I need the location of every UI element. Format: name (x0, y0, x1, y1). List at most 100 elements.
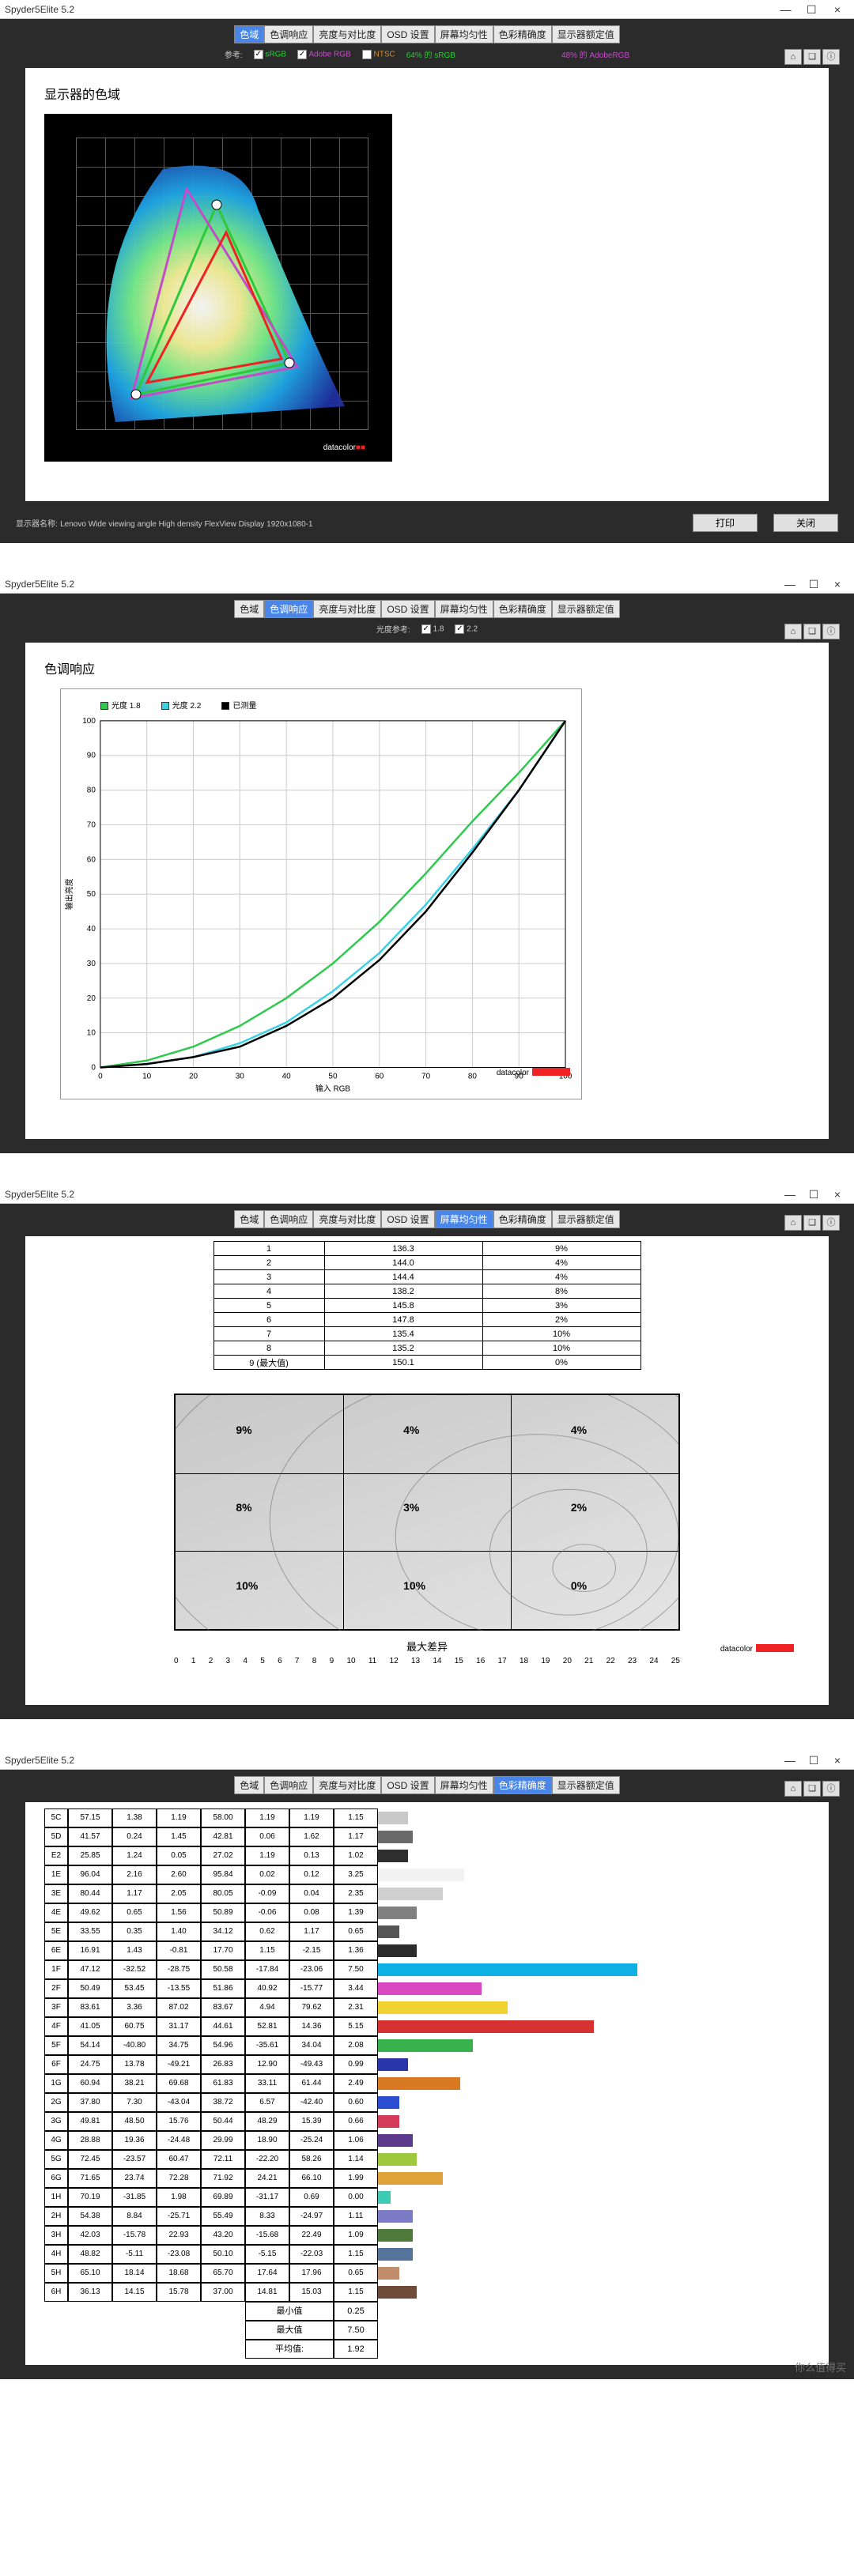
table-cell: 138.2 (324, 1284, 482, 1299)
tab-色彩精确度[interactable]: 色彩精确度 (493, 25, 552, 43)
tab-亮度与对比度[interactable]: 亮度与对比度 (313, 25, 381, 43)
tab-屏幕均匀性[interactable]: 屏幕均匀性 (435, 1210, 493, 1228)
table-cell: 136.3 (324, 1242, 482, 1256)
delta-bar (378, 2131, 810, 2150)
value-cell: 29.99 (201, 2131, 245, 2150)
g18-label: 1.8 (433, 624, 444, 633)
datacolor-logo: datacolor (497, 1065, 570, 1078)
book-icon[interactable]: ❏ (803, 1215, 821, 1231)
accuracy-row: 3F83.613.3687.0283.674.9479.622.31 (44, 1998, 810, 2017)
datacolor-logo: datacolor■■ (323, 440, 365, 452)
color-code: 2F (44, 1979, 68, 1998)
adobe-label: Adobe RGB (308, 50, 350, 58)
svg-text:40: 40 (282, 1072, 292, 1081)
maximize-button[interactable]: ☐ (802, 1187, 826, 1201)
tab-色域[interactable]: 色域 (234, 1776, 264, 1794)
home-icon[interactable]: ⌂ (784, 624, 802, 639)
svg-text:80: 80 (87, 786, 96, 795)
tab-屏幕均匀性[interactable]: 屏幕均匀性 (435, 25, 493, 43)
tab-亮度与对比度[interactable]: 亮度与对比度 (313, 1210, 381, 1228)
value-cell: -22.20 (245, 2150, 289, 2169)
home-icon[interactable]: ⌂ (784, 1215, 802, 1231)
home-icon[interactable]: ⌂ (784, 49, 802, 65)
home-icon[interactable]: ⌂ (784, 1781, 802, 1797)
tab-亮度与对比度[interactable]: 亮度与对比度 (313, 1776, 381, 1794)
color-code: 6E (44, 1941, 68, 1960)
adobe-checkbox[interactable] (297, 50, 307, 59)
value-cell: 15.03 (289, 2283, 334, 2302)
tab-OSD 设置[interactable]: OSD 设置 (381, 1776, 434, 1794)
tab-屏幕均匀性[interactable]: 屏幕均匀性 (435, 1776, 493, 1794)
tab-色域[interactable]: 色域 (234, 1210, 264, 1228)
tab-显示器额定值[interactable]: 显示器额定值 (552, 600, 620, 618)
accuracy-row: 2G37.807.30-43.0438.726.57-42.400.60 (44, 2093, 810, 2112)
tab-显示器额定值[interactable]: 显示器额定值 (552, 1210, 620, 1228)
tab-显示器额定值[interactable]: 显示器额定值 (552, 1776, 620, 1794)
book-icon[interactable]: ❏ (803, 1781, 821, 1797)
book-icon[interactable]: ❏ (803, 624, 821, 639)
tab-OSD 设置[interactable]: OSD 设置 (381, 25, 434, 43)
table-cell: 4% (482, 1270, 640, 1284)
svg-text:输入 RGB: 输入 RGB (316, 1083, 351, 1093)
titlebar: Spyder5Elite 5.2 —☐× (0, 575, 854, 594)
tab-色彩精确度[interactable]: 色彩精确度 (493, 600, 552, 618)
tab-色域[interactable]: 色域 (234, 25, 264, 43)
g18-checkbox[interactable] (421, 624, 431, 634)
g22-checkbox[interactable] (455, 624, 464, 634)
table-cell: 9% (482, 1242, 640, 1256)
tab-色彩精确度[interactable]: 色彩精确度 (493, 1210, 552, 1228)
minimize-button[interactable]: — (778, 1187, 802, 1201)
table-cell: 145.8 (324, 1299, 482, 1313)
value-cell: 33.11 (245, 2074, 289, 2093)
value-cell: 17.70 (201, 1941, 245, 1960)
tab-OSD 设置[interactable]: OSD 设置 (381, 1210, 434, 1228)
ntsc-checkbox[interactable] (362, 50, 372, 59)
tab-色调响应[interactable]: 色调响应 (264, 25, 313, 43)
srgb-checkbox[interactable] (254, 50, 263, 59)
tab-亮度与对比度[interactable]: 亮度与对比度 (313, 600, 381, 618)
tab-屏幕均匀性[interactable]: 屏幕均匀性 (435, 600, 493, 618)
info-icon[interactable]: ⓘ (822, 1781, 840, 1797)
maximize-button[interactable]: ☐ (799, 2, 823, 17)
book-icon[interactable]: ❏ (803, 49, 821, 65)
close-button[interactable]: × (826, 1187, 849, 1201)
tab-色调响应[interactable]: 色调响应 (264, 1210, 313, 1228)
tab-显示器额定值[interactable]: 显示器额定值 (552, 25, 620, 43)
color-code: 6G (44, 2169, 68, 2188)
tab-色调响应[interactable]: 色调响应 (264, 600, 313, 618)
grid-value: 4% (403, 1424, 419, 1436)
value-cell: 38.21 (112, 2074, 157, 2093)
value-cell: 1.15 (245, 1941, 289, 1960)
svg-text:100: 100 (82, 717, 96, 726)
value-cell: 48.50 (112, 2112, 157, 2131)
minimize-button[interactable]: — (778, 1753, 802, 1767)
value-cell: -28.75 (157, 1960, 201, 1979)
info-icon[interactable]: ⓘ (822, 1215, 840, 1231)
minimize-button[interactable]: — (773, 2, 797, 17)
accuracy-row: 3E80.441.172.0580.05-0.090.042.35 (44, 1884, 810, 1903)
print-button[interactable]: 打印 (693, 514, 758, 532)
value-cell: 18.14 (112, 2264, 157, 2283)
tab-色调响应[interactable]: 色调响应 (264, 1776, 313, 1794)
svg-text:0: 0 (91, 1064, 96, 1073)
tab-OSD 设置[interactable]: OSD 设置 (381, 600, 434, 618)
maximize-button[interactable]: ☐ (802, 577, 826, 591)
value-cell: 3.36 (112, 1998, 157, 2017)
gamma-ref-row: 光度参考: 1.8 2.2 (6, 623, 848, 635)
close-button[interactable]: × (826, 577, 849, 591)
close-button[interactable]: 关闭 (773, 514, 838, 532)
value-cell: 1.62 (289, 1827, 334, 1846)
ntsc-label: NTSC (373, 50, 395, 58)
value-cell: 2.16 (112, 1865, 157, 1884)
tab-色彩精确度[interactable]: 色彩精确度 (493, 1776, 552, 1794)
value-cell: 1.24 (112, 1846, 157, 1865)
info-icon[interactable]: ⓘ (822, 49, 840, 65)
minimize-button[interactable]: — (778, 577, 802, 591)
info-icon[interactable]: ⓘ (822, 624, 840, 639)
value-cell: 5.15 (334, 2017, 378, 2036)
maximize-button[interactable]: ☐ (802, 1753, 826, 1767)
close-button[interactable]: × (826, 1753, 849, 1767)
close-button[interactable]: × (826, 2, 849, 17)
value-cell: 22.93 (157, 2226, 201, 2245)
tab-色域[interactable]: 色域 (234, 600, 264, 618)
